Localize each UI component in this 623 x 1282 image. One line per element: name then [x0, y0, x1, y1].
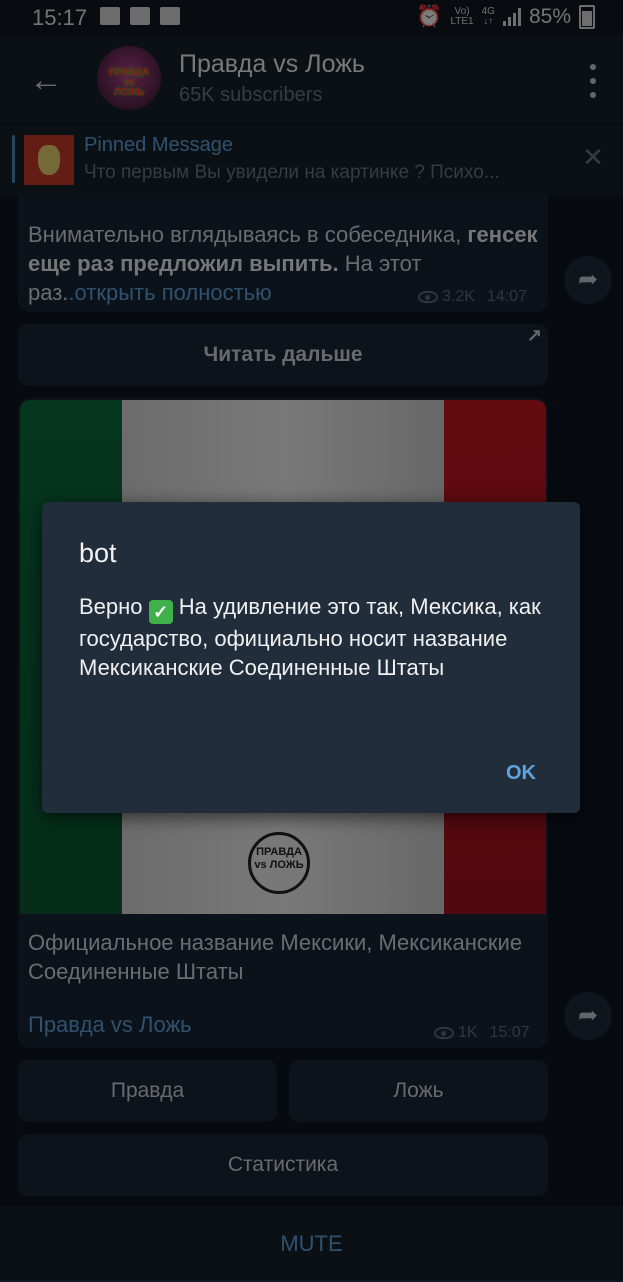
check-mark-icon: ✓: [148, 600, 173, 624]
ok-button[interactable]: OK: [506, 762, 536, 785]
dialog-title: bot: [79, 538, 117, 568]
alert-dialog: bot Верно ✓ На удивление это так, Мексик…: [42, 502, 580, 813]
dialog-message: Верно ✓ На удивление это так, Мексика, к…: [79, 594, 541, 680]
